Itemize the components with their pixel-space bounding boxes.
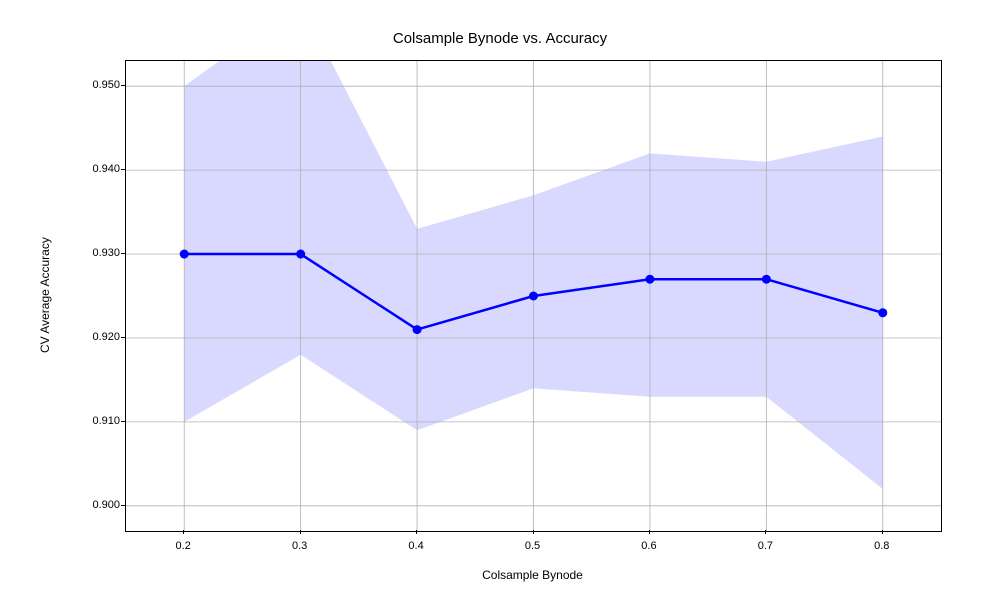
y-tick-label: 0.920	[92, 331, 120, 343]
y-tick-label: 0.940	[92, 163, 120, 175]
x-tick-label: 0.2	[176, 540, 191, 552]
y-tick-label: 0.950	[92, 79, 120, 91]
x-tick-label: 0.3	[292, 540, 307, 552]
chart-svg	[126, 61, 941, 531]
data-point	[296, 250, 305, 259]
y-tick-label: 0.910	[92, 415, 120, 427]
x-tick-label: 0.6	[641, 540, 656, 552]
plot-area	[125, 60, 942, 532]
x-tick-label: 0.7	[758, 540, 773, 552]
data-point	[878, 308, 887, 317]
data-point	[529, 292, 538, 301]
x-tick-label: 0.5	[525, 540, 540, 552]
data-point	[762, 275, 771, 284]
data-point	[413, 325, 422, 334]
data-point	[180, 250, 189, 259]
y-tick-label: 0.930	[92, 247, 120, 259]
y-tick-label: 0.900	[92, 499, 120, 511]
x-axis-label: Colsample Bynode	[125, 568, 940, 582]
chart-title: Colsample Bynode vs. Accuracy	[0, 30, 1000, 47]
data-point	[645, 275, 654, 284]
x-tick-label: 0.8	[874, 540, 889, 552]
chart-container: Colsample Bynode vs. Accuracy CV Average…	[0, 0, 1000, 600]
x-tick-label: 0.4	[408, 540, 423, 552]
data-line	[184, 254, 883, 330]
y-axis-label: CV Average Accuracy	[38, 60, 52, 530]
confidence-band	[184, 61, 883, 489]
